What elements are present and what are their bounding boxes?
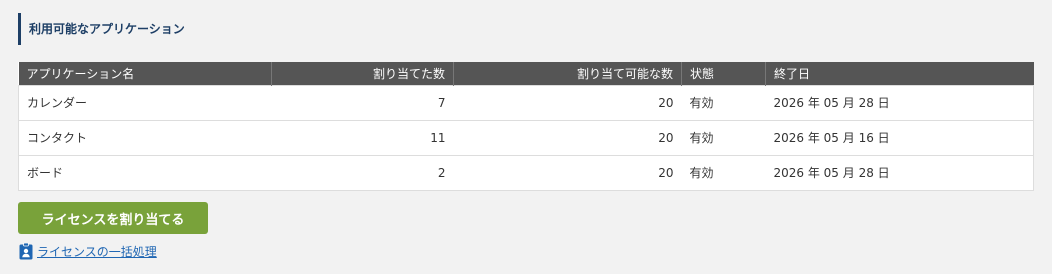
table-row: カレンダー 7 20 有効 2026 年 05 月 28 日	[18, 84, 1034, 120]
bulk-license-link-label[interactable]: ライセンスの一括処理	[37, 243, 157, 260]
app-name-cell: ボード	[18, 154, 272, 191]
applications-table: アプリケーション名 割り当てた数 割り当て可能な数 状態 終了日 カレンダー 7…	[18, 62, 1034, 191]
column-header-status[interactable]: 状態	[681, 62, 766, 85]
column-header-end-date[interactable]: 終了日	[765, 62, 1034, 85]
end-date-cell: 2026 年 05 月 28 日	[765, 154, 1034, 191]
assignable-count-cell: 20	[453, 84, 682, 120]
status-cell: 有効	[681, 119, 766, 155]
app-name-cell: カレンダー	[18, 84, 272, 120]
column-header-assigned[interactable]: 割り当てた数	[271, 62, 454, 85]
assignable-count-cell: 20	[453, 119, 682, 155]
assigned-count-cell: 7	[271, 84, 454, 120]
end-date-cell: 2026 年 05 月 16 日	[765, 119, 1034, 155]
column-header-assignable[interactable]: 割り当て可能な数	[453, 62, 682, 85]
assigned-count-cell: 11	[271, 119, 454, 155]
app-name-cell: コンタクト	[18, 119, 272, 155]
status-cell: 有効	[681, 154, 766, 191]
status-cell: 有効	[681, 84, 766, 120]
column-header-app-name[interactable]: アプリケーション名	[18, 62, 272, 85]
end-date-cell: 2026 年 05 月 28 日	[765, 84, 1034, 120]
section-title: 利用可能なアプリケーション	[18, 13, 185, 45]
table-header-row: アプリケーション名 割り当てた数 割り当て可能な数 状態 終了日	[18, 62, 1034, 85]
assign-license-button[interactable]: ライセンスを割り当てる	[18, 202, 208, 234]
assigned-count-cell: 2	[271, 154, 454, 191]
id-badge-icon	[19, 242, 33, 260]
bulk-license-link[interactable]: ライセンスの一括処理	[19, 242, 157, 260]
assignable-count-cell: 20	[453, 154, 682, 191]
table-row: ボード 2 20 有効 2026 年 05 月 28 日	[18, 154, 1034, 191]
table-row: コンタクト 11 20 有効 2026 年 05 月 16 日	[18, 119, 1034, 155]
